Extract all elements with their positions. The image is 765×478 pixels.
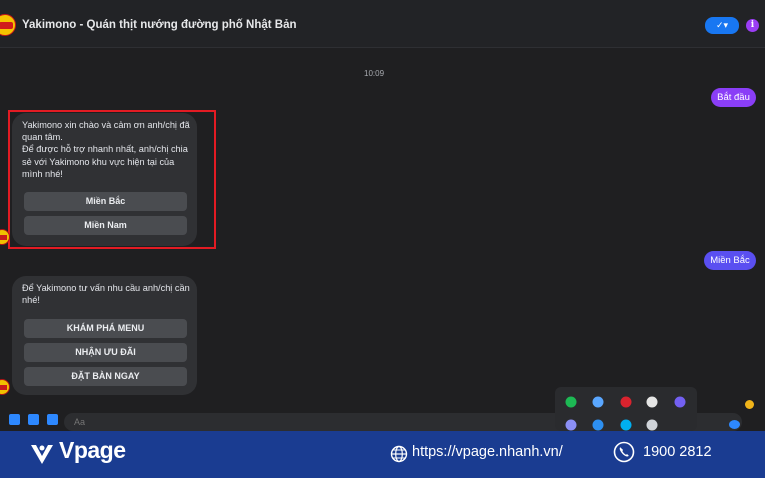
chat-header: Yakimono - Quán thịt nướng đường phố Nhậ… (0, 0, 765, 48)
highlight-box (8, 110, 216, 249)
like-icon[interactable] (729, 420, 740, 429)
hotline-number[interactable]: 1900 2812 (643, 444, 712, 460)
user-message: Bắt đầu (711, 88, 756, 107)
website-link[interactable]: https://vpage.nhanh.vn/ (412, 444, 563, 460)
chat-title[interactable]: Yakimono - Quán thịt nướng đường phố Nhậ… (22, 19, 297, 31)
taskbar-tray-popup (555, 387, 697, 431)
user-message: Miền Bắc (704, 251, 756, 270)
add-icon[interactable] (9, 414, 20, 425)
page-avatar[interactable] (0, 14, 16, 36)
message-timestamp: 10:09 (364, 69, 385, 78)
messenger-window: Yakimono - Quán thịt nướng đường phố Nhậ… (0, 0, 765, 478)
bot-message-text: Để Yakimono tư vấn nhu cầu anh/chị cần n… (22, 283, 190, 306)
emoji-icon[interactable] (745, 400, 754, 409)
info-icon[interactable]: i (746, 19, 759, 32)
quick-reply-button[interactable]: NHẬN ƯU ĐÃI (24, 343, 187, 362)
phone-icon (613, 441, 635, 463)
bot-message: Để Yakimono tư vấn nhu cầu anh/chị cần n… (12, 276, 197, 395)
globe-icon (390, 445, 408, 463)
brand-name: Vpage (59, 437, 126, 463)
gif-icon[interactable] (47, 414, 58, 425)
quick-reply-button[interactable]: KHÁM PHÁ MENU (24, 319, 187, 338)
seen-button[interactable]: ✓▾ (705, 17, 739, 34)
bot-avatar (0, 379, 10, 395)
quick-reply-button[interactable]: ĐẶT BÀN NGAY (24, 367, 187, 386)
vpage-logo-icon (31, 445, 53, 464)
image-icon[interactable] (28, 414, 39, 425)
